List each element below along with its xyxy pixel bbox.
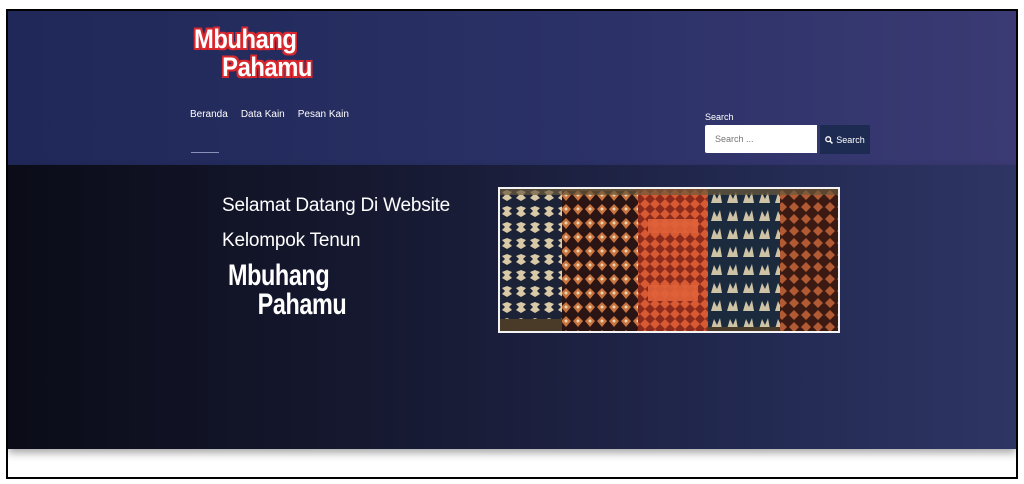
site-logo[interactable]: Mbuhang Pahamu	[194, 25, 312, 81]
nav-item-pesan-kain[interactable]: Pesan Kain	[298, 109, 349, 120]
hero-group-text: Kelompok Tenun	[222, 230, 361, 251]
search-label: Search	[705, 112, 734, 122]
nav-item-data-kain[interactable]: Data Kain	[241, 109, 285, 120]
site-logo-line1: Mbuhang	[194, 24, 297, 54]
woven-ikat-textiles-photo	[498, 187, 840, 333]
search-button[interactable]: Search	[820, 125, 870, 154]
search-icon	[825, 135, 834, 144]
hero-banner: Selamat Datang Di Website Kelompok Tenun…	[8, 165, 1016, 449]
search-button-label: Search	[836, 134, 865, 145]
nav-item-beranda[interactable]: Beranda	[190, 109, 228, 120]
nav-active-indicator	[191, 152, 219, 153]
site-header: Mbuhang Pahamu Beranda Data Kain Pesan K…	[8, 11, 1016, 165]
site-logo-line2: Pahamu	[222, 52, 312, 82]
search-input[interactable]	[705, 125, 817, 153]
hero-logo-line2: Pahamu	[257, 288, 347, 321]
main-nav: Beranda Data Kain Pesan Kain	[190, 109, 349, 120]
page-frame: Mbuhang Pahamu Beranda Data Kain Pesan K…	[6, 9, 1018, 479]
hero-welcome-text: Selamat Datang Di Website	[222, 195, 451, 216]
hero-logo: Mbuhang Pahamu	[228, 261, 347, 321]
